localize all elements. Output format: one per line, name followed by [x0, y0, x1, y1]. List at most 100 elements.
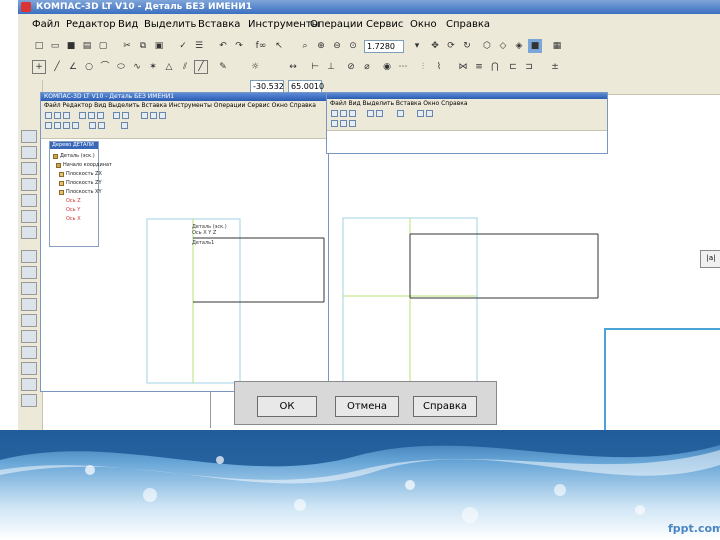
- menu-select[interactable]: Выделить: [144, 19, 196, 30]
- menu-file[interactable]: Файл: [32, 19, 60, 30]
- vertical-dim-icon[interactable]: ⊥: [324, 60, 338, 74]
- geometry-tool-icon[interactable]: [21, 130, 37, 143]
- copy-icon[interactable]: ⧉: [136, 39, 150, 53]
- ok-button[interactable]: ОК: [257, 396, 317, 417]
- sub-r-tb-4-icon[interactable]: [367, 110, 374, 117]
- sub-r-tb-9-icon[interactable]: [331, 120, 338, 127]
- ops-tool-1-icon[interactable]: [21, 250, 37, 263]
- pencil-icon[interactable]: ✎: [216, 60, 230, 74]
- symmetric-icon[interactable]: ⋈: [456, 60, 470, 74]
- sub-r-tb-5-icon[interactable]: [376, 110, 383, 117]
- dimension-icon[interactable]: ↔: [286, 60, 300, 74]
- sub-r-tb-1-icon[interactable]: [331, 110, 338, 117]
- param-tool-icon[interactable]: [21, 194, 37, 207]
- orientation-icon[interactable]: ⬡: [480, 39, 494, 53]
- symbol-tool-icon[interactable]: [21, 162, 37, 175]
- new-file-icon[interactable]: □: [32, 39, 46, 53]
- ops-tool-10-icon[interactable]: [21, 394, 37, 407]
- equal-icon[interactable]: ≡: [472, 60, 486, 74]
- sketch-canvas-left[interactable]: [41, 93, 328, 391]
- undo-icon[interactable]: ↶: [216, 39, 230, 53]
- menu-help[interactable]: Справка: [446, 19, 490, 30]
- sub-r-tb-3-icon[interactable]: [349, 110, 356, 117]
- measure-tool-icon[interactable]: [21, 210, 37, 223]
- list-icon[interactable]: ☰: [192, 39, 206, 53]
- ops-tool-2-icon[interactable]: [21, 266, 37, 279]
- ops-tool-6-icon[interactable]: [21, 330, 37, 343]
- zoom-in-icon[interactable]: ⊕: [314, 39, 328, 53]
- refresh-icon[interactable]: ↻: [460, 39, 474, 53]
- cut-icon[interactable]: ✂: [120, 39, 134, 53]
- zoom-value-field[interactable]: 1.7280: [364, 40, 404, 53]
- preview-icon[interactable]: ▢: [96, 39, 110, 53]
- formula-icon[interactable]: f∞: [254, 39, 268, 53]
- ops-tool-7-icon[interactable]: [21, 346, 37, 359]
- shaded-icon[interactable]: ■: [528, 39, 542, 53]
- sketch-canvas-right[interactable]: [330, 210, 610, 390]
- bulb-icon[interactable]: ☼: [248, 60, 262, 74]
- help-button[interactable]: Справка: [413, 396, 477, 417]
- ellipse-icon[interactable]: ⬭: [114, 60, 128, 74]
- perspective-icon[interactable]: ▦: [550, 39, 564, 53]
- ops-tool-4-icon[interactable]: [21, 298, 37, 311]
- formula-edit-icon[interactable]: ±: [548, 60, 562, 74]
- menu-tools[interactable]: Инструменты: [248, 19, 320, 30]
- save-icon[interactable]: ■: [64, 39, 78, 53]
- sub-r-tb-8-icon[interactable]: [426, 110, 433, 117]
- snap-icon[interactable]: +: [32, 60, 46, 74]
- menu-view[interactable]: Вид: [118, 19, 138, 30]
- edit-tool-icon[interactable]: [21, 178, 37, 191]
- sub-r-tb-11-icon[interactable]: [349, 120, 356, 127]
- help-pointer-icon[interactable]: ↖: [272, 39, 286, 53]
- menu-window[interactable]: Окно: [410, 19, 437, 30]
- pan-icon[interactable]: ✥: [428, 39, 442, 53]
- wireframe-icon[interactable]: ◇: [496, 39, 510, 53]
- zoom-dropdown-icon[interactable]: ▾: [410, 39, 424, 53]
- cancel-button[interactable]: Отмена: [335, 396, 399, 417]
- sub-r-tb-2-icon[interactable]: [340, 110, 347, 117]
- triangle-icon[interactable]: △: [162, 60, 176, 74]
- dimension-tool-icon[interactable]: [21, 146, 37, 159]
- coincide-icon[interactable]: ⋯: [396, 60, 410, 74]
- zoom-window-icon[interactable]: ⌕: [298, 39, 312, 53]
- ops-tool-3-icon[interactable]: [21, 282, 37, 295]
- menu-insert[interactable]: Вставка: [198, 19, 240, 30]
- constraint-icon[interactable]: ⊏: [506, 60, 520, 74]
- hidden-lines-icon[interactable]: ◈: [512, 39, 526, 53]
- sub-r-tb-6-icon[interactable]: [397, 110, 404, 117]
- horizontal-dim-icon[interactable]: ⊢: [308, 60, 322, 74]
- paste-icon[interactable]: ▣: [152, 39, 166, 53]
- delete-constraint-icon[interactable]: ⊐: [522, 60, 536, 74]
- menu-service[interactable]: Сервис: [366, 19, 403, 30]
- sub-r-tb-7-icon[interactable]: [417, 110, 424, 117]
- angle-line-icon[interactable]: ∠: [66, 60, 80, 74]
- ops-tool-8-icon[interactable]: [21, 362, 37, 375]
- menu-operations[interactable]: Операции: [310, 19, 363, 30]
- select-tool-icon[interactable]: [21, 226, 37, 239]
- redo-icon[interactable]: ↷: [232, 39, 246, 53]
- point-icon[interactable]: ✶: [146, 60, 160, 74]
- tangent-icon[interactable]: ⌇: [432, 60, 446, 74]
- menu-editor[interactable]: Редактор: [66, 19, 116, 30]
- spline-icon[interactable]: ∿: [130, 60, 144, 74]
- parallel-icon[interactable]: ╱: [194, 60, 208, 74]
- line-icon[interactable]: ╱: [50, 60, 64, 74]
- properties-icon[interactable]: ✓: [176, 39, 190, 53]
- collinear-icon[interactable]: ⫶: [416, 60, 430, 74]
- zoom-all-icon[interactable]: ⊙: [346, 39, 360, 53]
- circle-icon[interactable]: ○: [82, 60, 96, 74]
- arc-icon[interactable]: ⌒: [98, 60, 112, 74]
- sub-r-tb-10-icon[interactable]: [340, 120, 347, 127]
- merge-icon[interactable]: ⋂: [488, 60, 502, 74]
- ops-tool-9-icon[interactable]: [21, 378, 37, 391]
- radial-dim-icon[interactable]: ⊘: [344, 60, 358, 74]
- open-file-icon[interactable]: ▭: [48, 39, 62, 53]
- bisector-icon[interactable]: ⫽: [178, 60, 192, 74]
- zoom-out-icon[interactable]: ⊖: [330, 39, 344, 53]
- diameter-dim-icon[interactable]: ⌀: [360, 60, 374, 74]
- right-edge-button[interactable]: |а|: [700, 250, 720, 268]
- print-icon[interactable]: ▤: [80, 39, 94, 53]
- ops-tool-5-icon[interactable]: [21, 314, 37, 327]
- fix-point-icon[interactable]: ◉: [380, 60, 394, 74]
- rotate-icon[interactable]: ⟳: [444, 39, 458, 53]
